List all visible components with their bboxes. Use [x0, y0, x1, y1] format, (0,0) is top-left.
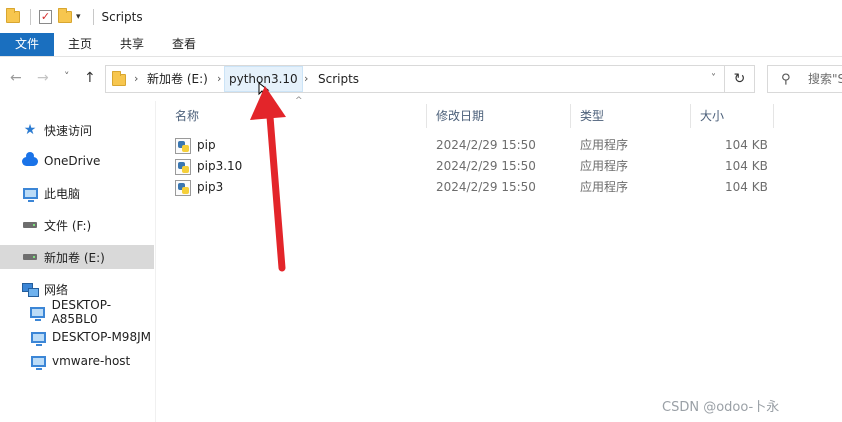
sidebar-item-label: OneDrive: [44, 154, 101, 168]
file-modified: 2024/2/29 15:50: [436, 138, 536, 152]
navigation-pane: ★ 快速访问 OneDrive 此电脑 文件 (F:) 新加卷 (E:) 网络 …: [0, 101, 156, 422]
recent-locations-button[interactable]: ˅: [64, 70, 70, 83]
file-size: 104 KB: [725, 180, 768, 194]
file-type: 应用程序: [580, 180, 629, 194]
computer-icon: [30, 353, 46, 370]
search-icon: ⚲: [781, 72, 791, 87]
up-button[interactable]: ↑: [84, 70, 96, 86]
folder-icon: [6, 7, 20, 23]
tab-share[interactable]: 共享: [106, 33, 158, 56]
file-type: 应用程序: [580, 138, 629, 152]
tab-view[interactable]: 查看: [158, 33, 210, 56]
watermark: CSDN @odoo-卜永: [662, 400, 780, 415]
computer-icon: [22, 185, 38, 202]
file-row[interactable]: pip3.10 2024/2/29 15:50 应用程序 104 KB: [175, 156, 775, 177]
sidebar-item-label: 文件 (F:): [44, 218, 92, 233]
sidebar-item-label: DESKTOP-A85BL0: [51, 298, 112, 326]
sidebar-item-label: 此电脑: [44, 186, 81, 201]
refresh-button[interactable]: ↻: [725, 65, 755, 93]
address-bar[interactable]: › 新加卷 (E:) › python3.10 › Scripts ˅: [105, 65, 725, 93]
forward-button[interactable]: →: [37, 70, 49, 86]
python-file-icon: [175, 138, 191, 154]
column-header-type[interactable]: 类型: [571, 104, 691, 128]
column-header-modified[interactable]: 修改日期: [427, 104, 571, 128]
address-dropdown-button[interactable]: ˅: [711, 66, 716, 92]
column-header-name[interactable]: 名称: [166, 104, 427, 128]
computer-icon: [30, 304, 46, 321]
star-icon: ★: [23, 122, 37, 138]
file-name: pip3: [197, 180, 224, 194]
breadcrumb-scripts[interactable]: Scripts: [318, 66, 359, 92]
drive-icon: [22, 217, 38, 233]
title-bar: ✓ ▾ Scripts: [0, 0, 842, 33]
computer-icon: [30, 329, 46, 346]
python-file-icon: [175, 180, 191, 196]
properties-icon[interactable]: ✓: [39, 9, 52, 24]
new-folder-icon[interactable]: [58, 7, 72, 23]
drive-icon: [22, 249, 38, 265]
sidebar-item-desktop-m98jm[interactable]: DESKTOP-M98JM: [0, 325, 154, 349]
file-size: 104 KB: [725, 138, 768, 152]
ribbon-tabs: 文件 主页 共享 查看: [0, 33, 842, 57]
file-name: pip: [197, 138, 216, 152]
file-modified: 2024/2/29 15:50: [436, 180, 536, 194]
search-box[interactable]: ⚲ 搜索"S: [767, 65, 842, 93]
chevron-right-icon[interactable]: ›: [217, 66, 221, 92]
file-row[interactable]: pip 2024/2/29 15:50 应用程序 104 KB: [175, 135, 775, 156]
sidebar-item-this-pc[interactable]: 此电脑: [0, 181, 154, 205]
file-name: pip3.10: [197, 159, 243, 173]
mouse-cursor-icon: [258, 82, 270, 96]
address-folder-icon: [112, 71, 126, 86]
tab-file[interactable]: 文件: [0, 33, 54, 56]
cloud-icon: [22, 151, 38, 169]
file-type: 应用程序: [580, 159, 629, 173]
window-title: Scripts: [101, 9, 143, 24]
sidebar-item-drive-e[interactable]: 新加卷 (E:): [0, 245, 154, 269]
pane-divider[interactable]: [155, 101, 156, 422]
sidebar-item-label: vmware-host: [52, 354, 131, 368]
sidebar-item-label: 新加卷 (E:): [44, 250, 105, 265]
file-row[interactable]: pip3 2024/2/29 15:50 应用程序 104 KB: [175, 177, 775, 198]
back-button[interactable]: ←: [10, 70, 22, 86]
chevron-right-icon[interactable]: ›: [134, 66, 138, 92]
sidebar-item-desktop-a85bl0[interactable]: DESKTOP-A85BL0: [0, 298, 154, 326]
sidebar-item-label: 网络: [44, 282, 69, 297]
title-divider: [92, 8, 94, 25]
sidebar-item-drive-f[interactable]: 文件 (F:): [0, 213, 154, 237]
network-icon: [22, 281, 39, 297]
search-placeholder: 搜索"S: [808, 72, 842, 86]
sidebar-item-label: DESKTOP-M98JM: [52, 330, 151, 344]
sidebar-item-vmware-host[interactable]: vmware-host: [0, 349, 154, 373]
chevron-right-icon[interactable]: ›: [304, 66, 308, 92]
tab-home[interactable]: 主页: [54, 33, 106, 56]
python-file-icon: [175, 159, 191, 175]
column-header-size[interactable]: 大小: [691, 104, 774, 128]
toolbar-divider: [30, 8, 31, 25]
sidebar-item-quick-access[interactable]: ★ 快速访问: [0, 118, 154, 142]
quick-access-toolbar-dropdown[interactable]: ▾: [76, 12, 81, 22]
sidebar-item-onedrive[interactable]: OneDrive: [0, 149, 154, 173]
file-modified: 2024/2/29 15:50: [436, 159, 536, 173]
breadcrumb-drive[interactable]: 新加卷 (E:): [147, 66, 208, 92]
file-size: 104 KB: [725, 159, 768, 173]
sidebar-item-label: 快速访问: [44, 123, 93, 138]
